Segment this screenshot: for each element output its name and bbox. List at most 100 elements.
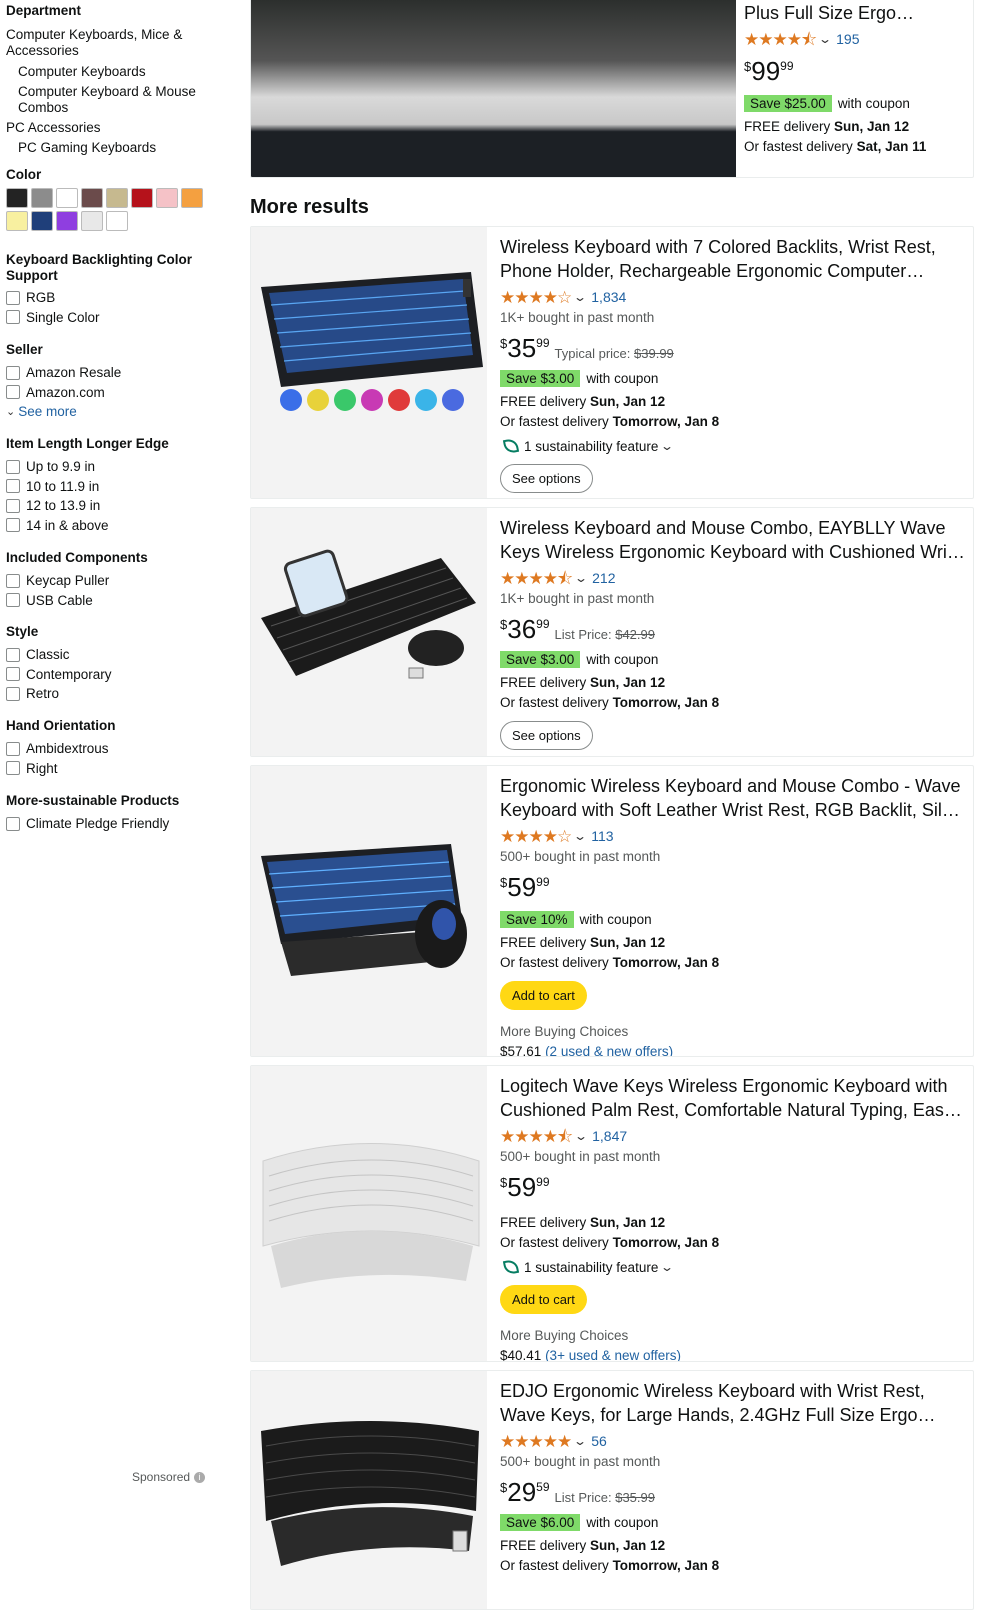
filter-option-length[interactable]: Up to 9.9 in — [6, 457, 169, 477]
product-image[interactable] — [251, 0, 736, 177]
chevron-down-icon[interactable]: ⌄ — [573, 1434, 587, 1448]
filter-option-right[interactable]: Right — [6, 759, 116, 779]
product-image[interactable] — [251, 1066, 487, 1361]
sustainability-feature[interactable]: 1 sustainability feature ⌄ — [500, 1257, 967, 1277]
coupon-row[interactable]: Save $3.00 with coupon — [500, 649, 967, 669]
product-title[interactable]: Plus Full Size Ergo… — [744, 1, 967, 25]
checkbox[interactable] — [6, 686, 20, 701]
chevron-down-icon[interactable]: ⌄ — [574, 571, 588, 585]
filter-option-classic[interactable]: Classic — [6, 645, 112, 665]
checkbox[interactable] — [6, 761, 20, 776]
checkbox[interactable] — [6, 741, 20, 756]
review-count[interactable]: 113 — [591, 828, 613, 844]
see-options-button[interactable]: See options — [500, 721, 593, 750]
review-count[interactable]: 212 — [592, 570, 615, 586]
color-swatch[interactable] — [56, 188, 78, 208]
rating-row[interactable]: ★★★★★ ⌄ 56 — [500, 1431, 967, 1451]
chevron-down-icon[interactable]: ⌄ — [660, 439, 674, 453]
filter-option-length[interactable]: 12 to 13.9 in — [6, 496, 169, 516]
checkbox[interactable] — [6, 647, 20, 662]
checkbox[interactable] — [6, 518, 20, 533]
coupon-row[interactable]: Save $25.00 with coupon — [744, 93, 967, 113]
chevron-down-icon[interactable]: ⌄ — [574, 1129, 588, 1143]
department-link[interactable]: PC Accessories — [6, 120, 226, 136]
department-link[interactable]: Computer Keyboards — [6, 64, 226, 80]
price[interactable]: $29 59 List Price: $35.99 — [500, 1478, 967, 1508]
price[interactable]: $59 99 — [500, 873, 967, 903]
product-title[interactable]: Wireless Keyboard and Mouse Combo, EAYBL… — [500, 516, 967, 564]
sustainability-feature[interactable]: 1 sustainability feature ⌄ — [500, 436, 967, 456]
checkbox[interactable] — [6, 593, 20, 608]
coupon-row[interactable]: Save 10% with coupon — [500, 909, 967, 929]
used-new-offers-link[interactable]: (3+ used & new offers) — [545, 1348, 681, 1361]
price[interactable]: $35 99 Typical price: $39.99 — [500, 334, 967, 364]
filter-option-amazon-com[interactable]: Amazon.com — [6, 383, 121, 403]
color-swatch[interactable] — [31, 211, 53, 231]
chevron-down-icon[interactable]: ⌄ — [660, 1260, 674, 1274]
checkbox[interactable] — [6, 459, 20, 474]
product-title[interactable]: EDJO Ergonomic Wireless Keyboard with Wr… — [500, 1379, 967, 1427]
see-more-label[interactable]: See more — [18, 404, 77, 419]
department-link[interactable]: PC Gaming Keyboards — [6, 140, 226, 156]
checkbox[interactable] — [6, 498, 20, 513]
product-title[interactable]: Logitech Wave Keys Wireless Ergonomic Ke… — [500, 1074, 967, 1122]
checkbox[interactable] — [6, 573, 20, 588]
color-swatch[interactable] — [131, 188, 153, 208]
product-image[interactable] — [251, 508, 487, 756]
price[interactable]: $59 99 — [500, 1173, 967, 1203]
product-title[interactable]: Wireless Keyboard with 7 Colored Backlit… — [500, 235, 967, 283]
see-more-link[interactable]: ⌄ See more — [6, 402, 121, 422]
product-image[interactable] — [251, 227, 487, 498]
product-image[interactable] — [251, 766, 487, 1056]
checkbox[interactable] — [6, 816, 20, 831]
chevron-down-icon[interactable]: ⌄ — [573, 829, 587, 843]
chevron-down-icon[interactable]: ⌄ — [573, 290, 587, 304]
filter-option-retro[interactable]: Retro — [6, 684, 112, 704]
color-swatch[interactable] — [81, 188, 103, 208]
color-swatch[interactable] — [81, 211, 103, 231]
filter-option-ambidextrous[interactable]: Ambidextrous — [6, 739, 116, 759]
filter-option-keycap-puller[interactable]: Keycap Puller — [6, 571, 148, 591]
product-image[interactable] — [251, 1371, 487, 1609]
filter-option-single-color[interactable]: Single Color — [6, 308, 216, 328]
chevron-down-icon[interactable]: ⌄ — [818, 32, 832, 46]
rating-row[interactable]: ★★★★⯪ ⌄ 212 — [500, 568, 967, 588]
checkbox[interactable] — [6, 479, 20, 494]
review-count[interactable]: 1,847 — [592, 1128, 627, 1144]
filter-option-usb-cable[interactable]: USB Cable — [6, 591, 148, 611]
price[interactable]: $36 99 List Price: $42.99 — [500, 615, 967, 645]
color-swatch[interactable] — [106, 188, 128, 208]
filter-option-contemporary[interactable]: Contemporary — [6, 665, 112, 685]
rating-row[interactable]: ★★★★☆ ⌄ 1,834 — [500, 287, 967, 307]
add-to-cart-button[interactable]: Add to cart — [500, 981, 587, 1010]
checkbox[interactable] — [6, 310, 20, 325]
color-swatch[interactable] — [56, 211, 78, 231]
department-link[interactable]: Computer Keyboards, Mice & Accessories — [6, 27, 226, 59]
used-new-offers-link[interactable]: (2 used & new offers) — [545, 1044, 673, 1056]
color-swatch[interactable] — [31, 188, 53, 208]
sponsored-label[interactable]: Sponsored i — [132, 1470, 206, 1484]
rating-row[interactable]: ★★★★⯪ ⌄ 195 — [744, 29, 967, 49]
coupon-row[interactable]: Save $3.00 with coupon — [500, 368, 967, 388]
checkbox[interactable] — [6, 667, 20, 682]
product-title[interactable]: Ergonomic Wireless Keyboard and Mouse Co… — [500, 774, 967, 822]
department-link[interactable]: Computer Keyboard & Mouse Combos — [6, 84, 226, 116]
checkbox[interactable] — [6, 365, 20, 380]
color-swatch[interactable] — [156, 188, 178, 208]
filter-option-rgb[interactable]: RGB — [6, 288, 216, 308]
review-count[interactable]: 56 — [591, 1433, 607, 1449]
see-options-button[interactable]: See options — [500, 464, 593, 493]
filter-option-climate-pledge[interactable]: Climate Pledge Friendly — [6, 814, 179, 834]
color-swatch[interactable] — [6, 211, 28, 231]
info-icon[interactable]: i — [194, 1471, 206, 1483]
review-count[interactable]: 1,834 — [591, 289, 626, 305]
filter-option-length[interactable]: 10 to 11.9 in — [6, 477, 169, 497]
add-to-cart-button[interactable]: Add to cart — [500, 1285, 587, 1314]
review-count[interactable]: 195 — [836, 31, 859, 47]
filter-option-amazon-resale[interactable]: Amazon Resale — [6, 363, 121, 383]
rating-row[interactable]: ★★★★⯪ ⌄ 1,847 — [500, 1126, 967, 1146]
coupon-row[interactable]: Save $6.00 with coupon — [500, 1512, 967, 1532]
color-swatch[interactable] — [6, 188, 28, 208]
color-swatch[interactable] — [106, 211, 128, 231]
price[interactable]: $99 99 — [744, 57, 967, 87]
